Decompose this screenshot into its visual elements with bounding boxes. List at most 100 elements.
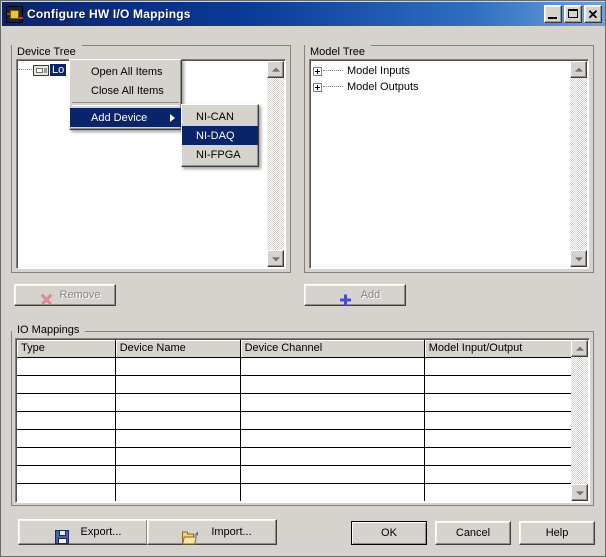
cancel-button[interactable]: Cancel xyxy=(435,521,511,545)
ok-button[interactable]: OK xyxy=(351,521,427,545)
scroll-down-button[interactable] xyxy=(267,250,284,267)
cell-device-name[interactable] xyxy=(115,483,241,501)
help-button[interactable]: Help xyxy=(519,521,595,545)
tree-line xyxy=(19,69,32,71)
menu-item-add-device[interactable]: Add Device xyxy=(70,108,181,127)
scroll-up-button[interactable] xyxy=(570,61,587,78)
expand-plus-icon[interactable] xyxy=(313,82,322,92)
menu-item-label: NI-FPGA xyxy=(196,148,241,161)
column-header-model-input-output[interactable]: Model Input/Output xyxy=(424,340,588,358)
menu-item-label: Add Device xyxy=(91,111,148,124)
configure-hw-io-mappings-dialog: Configure HW I/O Mappings ✕ Device Tree … xyxy=(0,0,606,557)
cell-type[interactable] xyxy=(17,375,116,394)
scroll-up-button[interactable] xyxy=(267,61,284,78)
tree-line xyxy=(323,86,343,88)
table-body xyxy=(17,357,588,501)
cell-type[interactable] xyxy=(17,393,116,412)
io-mappings-label: IO Mappings xyxy=(12,323,86,338)
cell-device-channel[interactable] xyxy=(240,411,425,430)
cell-model-io[interactable] xyxy=(424,483,588,501)
table-row[interactable] xyxy=(17,375,588,394)
cell-device-name[interactable] xyxy=(115,375,241,394)
table-row[interactable] xyxy=(17,393,588,412)
io-mappings-grid: Type Device Name Device Channel Model In… xyxy=(17,340,588,501)
scroll-down-button[interactable] xyxy=(570,250,587,267)
tree-node-label: Lo xyxy=(50,64,67,76)
tree-line xyxy=(323,70,343,72)
model-tree-view[interactable]: Model Inputs Model Outputs xyxy=(309,59,589,269)
table-row[interactable] xyxy=(17,357,588,376)
import-button[interactable]: Import... xyxy=(147,519,277,545)
cell-device-channel[interactable] xyxy=(240,483,425,501)
cell-device-name[interactable] xyxy=(115,411,241,430)
close-icon[interactable]: ✕ xyxy=(584,5,602,23)
cell-device-channel[interactable] xyxy=(240,465,425,484)
remove-button[interactable]: Remove xyxy=(14,284,116,306)
cell-device-channel[interactable] xyxy=(240,429,425,448)
menu-item-open-all-items[interactable]: Open All Items xyxy=(70,62,181,81)
scroll-up-button[interactable] xyxy=(571,340,588,357)
menu-item-label: Open All Items xyxy=(91,65,163,78)
tree-node-model-inputs[interactable]: Model Inputs xyxy=(313,63,569,79)
cell-device-name[interactable] xyxy=(115,393,241,412)
table-row[interactable] xyxy=(17,465,588,484)
model-tree-scrollbar[interactable] xyxy=(570,61,587,267)
export-button[interactable]: Export... xyxy=(18,519,148,545)
table-row[interactable] xyxy=(17,411,588,430)
cell-device-name[interactable] xyxy=(115,357,241,376)
cell-type[interactable] xyxy=(17,357,116,376)
cell-type[interactable] xyxy=(17,429,116,448)
cell-model-io[interactable] xyxy=(424,375,588,394)
ok-button-label: OK xyxy=(381,527,397,539)
cell-type[interactable] xyxy=(17,447,116,466)
add-button[interactable]: Add xyxy=(304,284,406,306)
cell-type[interactable] xyxy=(17,411,116,430)
menu-item-label: NI-CAN xyxy=(196,110,234,123)
tree-node-model-outputs[interactable]: Model Outputs xyxy=(313,79,569,95)
cell-device-channel[interactable] xyxy=(240,375,425,394)
table-row[interactable] xyxy=(17,447,588,466)
device-tree-label: Device Tree xyxy=(12,45,82,60)
table-row[interactable] xyxy=(17,429,588,448)
expand-plus-icon[interactable] xyxy=(313,66,322,76)
menu-item-ni-daq[interactable]: NI-DAQ xyxy=(182,126,258,145)
device-tree-context-menu[interactable]: Open All Items Close All Items Add Devic… xyxy=(69,59,182,130)
cell-device-name[interactable] xyxy=(115,447,241,466)
device-icon xyxy=(33,64,49,76)
window-controls: ✕ xyxy=(544,5,604,23)
menu-item-ni-can[interactable]: NI-CAN xyxy=(182,107,258,126)
maximize-button[interactable] xyxy=(564,5,582,23)
cell-device-channel[interactable] xyxy=(240,447,425,466)
menu-item-close-all-items[interactable]: Close All Items xyxy=(70,81,181,100)
table-row[interactable] xyxy=(17,483,588,501)
add-device-submenu[interactable]: NI-CAN NI-DAQ NI-FPGA xyxy=(181,104,259,167)
title-bar[interactable]: Configure HW I/O Mappings ✕ xyxy=(2,2,605,26)
io-mappings-table[interactable]: Type Device Name Device Channel Model In… xyxy=(15,338,590,503)
cancel-button-label: Cancel xyxy=(455,527,491,539)
column-header-type[interactable]: Type xyxy=(17,340,116,358)
column-header-device-name[interactable]: Device Name xyxy=(115,340,241,358)
cell-model-io[interactable] xyxy=(424,429,588,448)
cell-device-name[interactable] xyxy=(115,429,241,448)
column-header-device-channel[interactable]: Device Channel xyxy=(240,340,425,358)
cell-model-io[interactable] xyxy=(424,393,588,412)
io-mappings-scrollbar[interactable] xyxy=(571,340,588,501)
menu-item-label: Close All Items xyxy=(91,84,164,97)
cell-device-name[interactable] xyxy=(115,465,241,484)
scroll-down-button[interactable] xyxy=(571,484,588,501)
cell-type[interactable] xyxy=(17,483,116,501)
cell-device-channel[interactable] xyxy=(240,357,425,376)
cell-model-io[interactable] xyxy=(424,411,588,430)
menu-separator xyxy=(72,102,179,106)
cell-model-io[interactable] xyxy=(424,465,588,484)
cell-device-channel[interactable] xyxy=(240,393,425,412)
menu-item-label: NI-DAQ xyxy=(196,129,235,142)
open-folder-icon xyxy=(182,531,199,544)
device-tree-scrollbar[interactable] xyxy=(267,61,284,267)
minimize-button[interactable] xyxy=(544,5,562,23)
menu-item-ni-fpga[interactable]: NI-FPGA xyxy=(182,145,258,164)
cell-model-io[interactable] xyxy=(424,357,588,376)
plus-icon xyxy=(339,294,351,305)
cell-type[interactable] xyxy=(17,465,116,484)
cell-model-io[interactable] xyxy=(424,447,588,466)
